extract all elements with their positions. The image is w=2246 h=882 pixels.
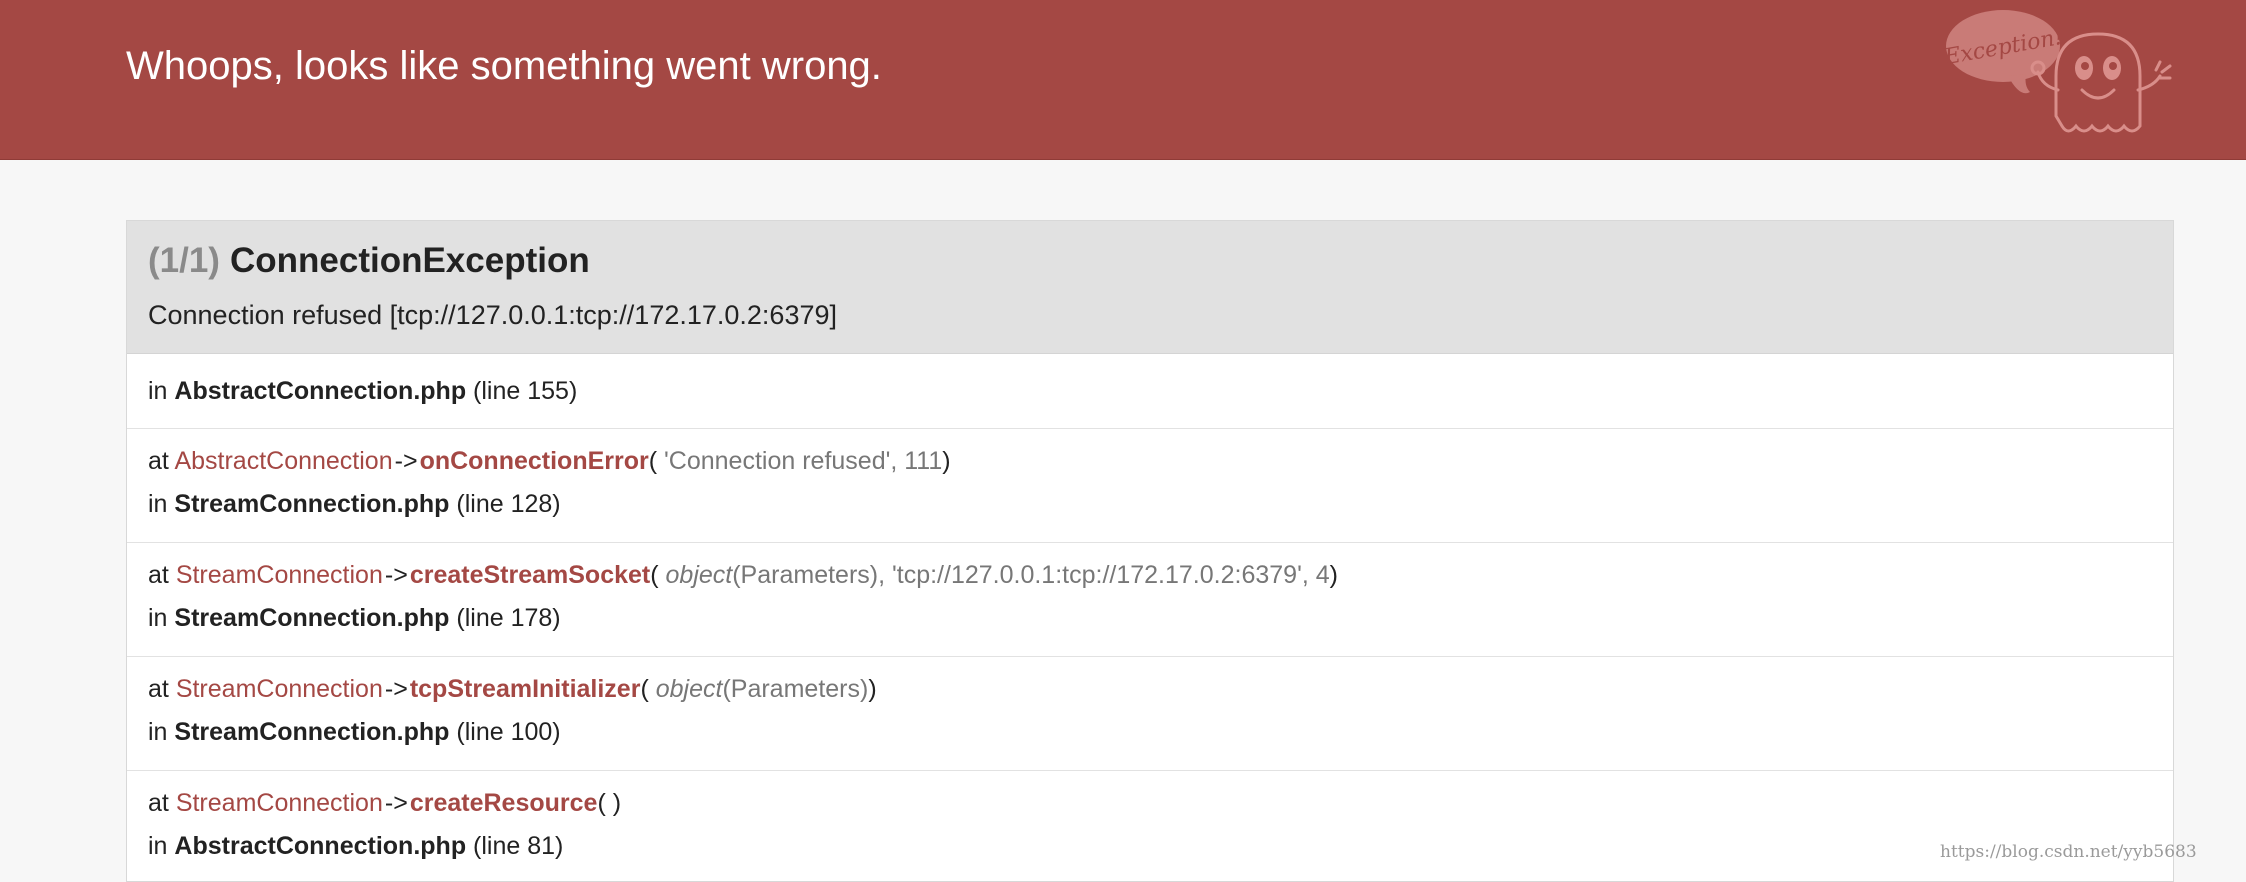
trace-location: in AbstractConnection.php (line 81) <box>148 825 2152 868</box>
exception-count: (1/1) <box>148 241 220 280</box>
trace-file: AbstractConnection.php <box>174 832 467 860</box>
trace-arrow: -> <box>384 675 408 703</box>
trace-method: tcpStreamInitializer <box>409 675 641 703</box>
exception-origin: in AbstractConnection.php (line 155) <box>127 354 2173 429</box>
at-label: at <box>148 789 169 817</box>
trace-call: at StreamConnection->tcpStreamInitialize… <box>148 668 2152 711</box>
trace-line: (line 100) <box>456 718 561 746</box>
trace-close-paren: ) <box>1329 561 1338 589</box>
exception-class-name: ConnectionException <box>229 241 590 280</box>
exception-title: (1/1) ConnectionException <box>148 239 590 283</box>
trace-argument: 'Connection refused', 111 <box>664 447 943 475</box>
trace-close-paren: ) <box>868 675 877 703</box>
in-label: in <box>148 490 168 518</box>
trace-argument: (Parameters), 'tcp://127.0.0.1:tcp://172… <box>732 561 1330 589</box>
exception-header: (1/1) ConnectionException Connection refu… <box>127 221 2173 354</box>
watermark: https://blog.csdn.net/yyb5683 <box>1940 842 2197 862</box>
trace-arrow: -> <box>384 561 408 589</box>
trace-class: StreamConnection <box>175 789 383 817</box>
trace-method: onConnectionError <box>419 447 649 475</box>
trace-argument-type: object <box>665 561 733 589</box>
trace-call: at StreamConnection->createStreamSocket(… <box>148 554 2152 597</box>
trace-method: createResource <box>409 789 598 817</box>
trace-frame: at StreamConnection->createStreamSocket(… <box>127 543 2173 657</box>
trace-file: StreamConnection.php <box>174 718 450 746</box>
trace-file: StreamConnection.php <box>174 604 450 632</box>
at-label: at <box>148 675 169 703</box>
trace-file: StreamConnection.php <box>174 490 450 518</box>
trace-arrow: -> <box>394 447 418 475</box>
trace-arrow: -> <box>384 789 408 817</box>
trace-location: in StreamConnection.php (line 100) <box>148 711 2152 754</box>
exception-panel: (1/1) ConnectionException Connection refu… <box>126 220 2174 882</box>
trace-close-paren: ) <box>942 447 951 475</box>
trace-call: at StreamConnection->createResource( ) <box>148 782 2152 825</box>
trace-open-paren: ( <box>640 675 649 703</box>
in-label: in <box>148 604 168 632</box>
trace-argument-type: object <box>655 675 723 703</box>
trace-line: (line 128) <box>456 490 561 518</box>
trace-call: at AbstractConnection->onConnectionError… <box>148 440 2152 483</box>
at-label: at <box>148 447 169 475</box>
trace-method: createStreamSocket <box>409 561 651 589</box>
ghost-mascot-icon: Exception! <box>1946 10 2172 133</box>
trace-frame: at StreamConnection->tcpStreamInitialize… <box>127 657 2173 771</box>
error-page-title: Whoops, looks like something went wrong. <box>126 44 882 88</box>
trace-class: StreamConnection <box>175 675 383 703</box>
trace-open-paren: ( <box>648 447 658 475</box>
origin-line: (line 155) <box>473 377 578 405</box>
origin-file: AbstractConnection.php <box>174 377 467 405</box>
error-header: Whoops, looks like something went wrong.… <box>0 0 2246 160</box>
trace-location: in StreamConnection.php (line 178) <box>148 597 2152 640</box>
trace-line: (line 178) <box>456 604 561 632</box>
trace-close-paren: ) <box>612 789 622 817</box>
trace-frame: at AbstractConnection->onConnectionError… <box>127 429 2173 543</box>
in-label: in <box>148 832 168 860</box>
trace-line: (line 81) <box>473 832 564 860</box>
trace-class: StreamConnection <box>175 561 383 589</box>
in-label: in <box>148 718 168 746</box>
trace-open-paren: ( <box>597 789 606 817</box>
exception-message: Connection refused [tcp://127.0.0.1:tcp:… <box>148 300 837 330</box>
trace-frame: at StreamConnection->createResource( ) i… <box>127 771 2173 881</box>
trace-location: in StreamConnection.php (line 128) <box>148 483 2152 526</box>
in-label: in <box>148 377 168 405</box>
trace-open-paren: ( <box>650 561 659 589</box>
trace-argument: (Parameters) <box>722 675 869 703</box>
trace-class: AbstractConnection <box>174 447 393 475</box>
at-label: at <box>148 561 169 589</box>
